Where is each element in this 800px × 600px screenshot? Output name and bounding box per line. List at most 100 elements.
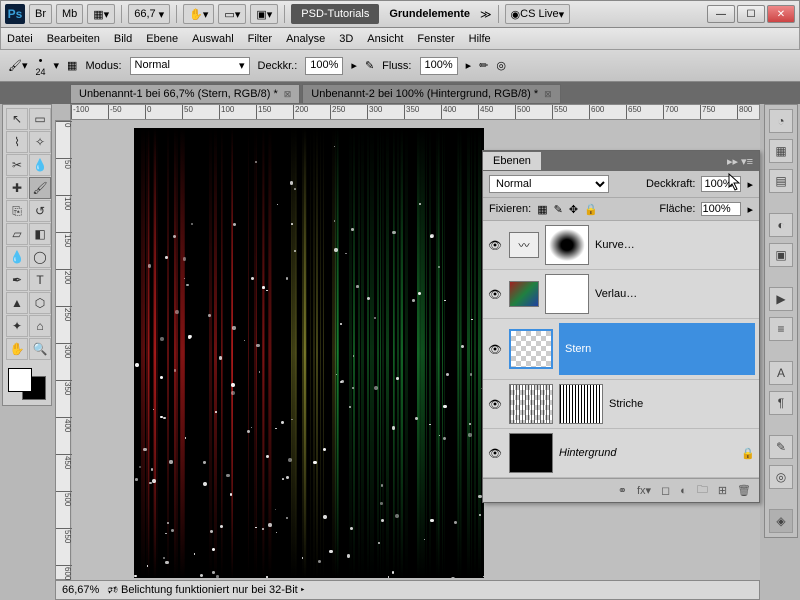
menu-datei[interactable]: Datei xyxy=(7,33,33,45)
color-swatches[interactable] xyxy=(6,366,48,402)
opacity-input[interactable]: 100% xyxy=(305,57,343,75)
brush-tool-icon[interactable]: 🖌▾ xyxy=(8,59,28,72)
menu-filter[interactable]: Filter xyxy=(248,33,272,45)
flow-flyout[interactable]: ▸ xyxy=(466,59,472,72)
menu-auswahl[interactable]: Auswahl xyxy=(192,33,234,45)
layer-name[interactable]: Striche xyxy=(609,398,755,410)
layer-name[interactable]: Hintergrund xyxy=(559,447,735,459)
layer-row[interactable]: 👁 Hintergrund 🔒 xyxy=(483,429,759,478)
layer-fill-input[interactable] xyxy=(701,202,741,216)
flow-input[interactable]: 100% xyxy=(420,57,458,75)
layer-row[interactable]: 👁 Stern xyxy=(483,319,759,380)
layers-dock-icon[interactable]: ◈ xyxy=(769,509,793,533)
char-panel-icon[interactable]: A xyxy=(769,361,793,385)
styles-panel-icon[interactable]: ▤ xyxy=(769,169,793,193)
close-tab-icon[interactable]: ⊠ xyxy=(544,89,552,100)
adjust-panel-icon[interactable]: ◐ xyxy=(769,213,793,237)
panel-menu-icon[interactable]: ▸▸ ▾≡ xyxy=(721,155,759,168)
menu-analyse[interactable]: Analyse xyxy=(286,33,325,45)
swatches-panel-icon[interactable]: ▦ xyxy=(769,139,793,163)
zoom-level-button[interactable]: 66,7 ▾ xyxy=(128,4,170,24)
layer-row[interactable]: 👁 Striche xyxy=(483,380,759,429)
new-group-icon[interactable]: 🗀 xyxy=(697,481,708,500)
shape-tool[interactable]: ⬡ xyxy=(29,292,51,314)
document-tab-1[interactable]: Unbenannt-1 bei 66,7% (Stern, RGB/8) *⊠ xyxy=(70,84,300,104)
para-panel-icon[interactable]: ¶ xyxy=(769,391,793,415)
eyedropper-tool[interactable]: 💧 xyxy=(29,154,51,176)
color-panel-icon[interactable]: ◔ xyxy=(769,109,793,133)
bridge-button[interactable]: Br xyxy=(29,4,52,24)
menu-fenster[interactable]: Fenster xyxy=(417,33,454,45)
foreground-color[interactable] xyxy=(8,368,32,392)
lock-transparency-icon[interactable]: ▦ xyxy=(537,203,547,216)
layer-row[interactable]: 👁 〰 Kurve… xyxy=(483,221,759,270)
layer-thumb[interactable] xyxy=(509,384,553,424)
visibility-icon[interactable]: 👁 xyxy=(487,396,503,412)
new-adjustment-icon[interactable]: ◐ xyxy=(680,485,687,497)
menu-bild[interactable]: Bild xyxy=(114,33,132,45)
history-brush-tool[interactable]: ↺ xyxy=(29,200,51,222)
mask-thumb[interactable] xyxy=(559,384,603,424)
eraser-tool[interactable]: ▱ xyxy=(6,223,28,245)
close-tab-icon[interactable]: ⊠ xyxy=(284,89,292,100)
visibility-icon[interactable]: 👁 xyxy=(487,341,503,357)
brush-tool[interactable]: 🖌 xyxy=(29,177,51,199)
airbrush-icon[interactable]: ✏ xyxy=(479,59,488,72)
info-panel-icon[interactable]: ◎ xyxy=(769,465,793,489)
new-layer-icon[interactable]: ⊞ xyxy=(718,484,727,497)
tablet-size-icon[interactable]: ◎ xyxy=(496,59,506,72)
minibridge-button[interactable]: Mb xyxy=(56,4,83,24)
adjustment-thumb[interactable]: 〰 xyxy=(509,232,539,258)
brush-preset[interactable]: •24 xyxy=(36,55,46,77)
layer-thumb[interactable] xyxy=(509,329,553,369)
fill-slider-icon[interactable]: ▸ xyxy=(747,203,753,216)
layer-row[interactable]: 👁 Verlau… xyxy=(483,270,759,319)
heal-tool[interactable]: ✚ xyxy=(6,177,28,199)
marquee-tool[interactable]: ▭ xyxy=(29,108,51,130)
layer-blend-mode[interactable]: Normal xyxy=(489,175,609,193)
lock-all-icon[interactable]: 🔒 xyxy=(584,203,598,216)
3d-tool[interactable]: ✦ xyxy=(6,315,28,337)
link-layers-icon[interactable]: ⚭ xyxy=(618,484,627,497)
visibility-icon[interactable]: 👁 xyxy=(487,286,503,302)
delete-layer-icon[interactable]: 🗑 xyxy=(737,484,751,497)
menu-ansicht[interactable]: Ansicht xyxy=(367,33,403,45)
screenmode-button[interactable]: ▣▾ xyxy=(250,4,278,24)
tablet-opacity-icon[interactable]: ✎ xyxy=(365,59,374,72)
status-zoom[interactable]: 66,67% xyxy=(62,584,99,596)
layer-opacity-input[interactable] xyxy=(701,176,741,192)
opacity-flyout[interactable]: ▸ xyxy=(351,59,357,72)
ruler-vertical[interactable]: 050100150200250300350400450500550600 xyxy=(55,120,71,580)
masks-panel-icon[interactable]: ▣ xyxy=(769,243,793,267)
workspace-button[interactable]: PSD-Tutorials xyxy=(291,4,379,24)
add-mask-icon[interactable]: ◻ xyxy=(661,484,670,497)
stamp-tool[interactable]: ⎘ xyxy=(6,200,28,222)
3d-cam-tool[interactable]: ⌂ xyxy=(29,315,51,337)
document-tab-2[interactable]: Unbenannt-2 bei 100% (Hintergrund, RGB/8… xyxy=(302,84,560,104)
dodge-tool[interactable]: ◯ xyxy=(29,246,51,268)
blend-mode-select[interactable]: Normal ▾ xyxy=(130,57,250,75)
layer-name[interactable]: Verlau… xyxy=(595,288,755,300)
adjustment-thumb[interactable] xyxy=(509,281,539,307)
hand-tool[interactable]: ✋ xyxy=(6,338,28,360)
actions-panel-icon[interactable]: ▶ xyxy=(769,287,793,311)
view-extras-button[interactable]: ▦▾ xyxy=(87,4,115,24)
menu-3d[interactable]: 3D xyxy=(339,33,353,45)
layer-name[interactable]: Stern xyxy=(559,323,755,375)
minimize-button[interactable]: ― xyxy=(707,5,735,23)
lock-pixels-icon[interactable]: ✎ xyxy=(554,203,563,216)
brush-panel-icon[interactable]: ✎ xyxy=(769,435,793,459)
layer-name[interactable]: Kurve… xyxy=(595,239,755,251)
visibility-icon[interactable]: 👁 xyxy=(487,237,503,253)
opacity-slider-icon[interactable]: ▸ xyxy=(747,178,753,191)
wand-tool[interactable]: ✧ xyxy=(29,131,51,153)
maximize-button[interactable]: ☐ xyxy=(737,5,765,23)
more-workspaces[interactable]: ≫ xyxy=(480,8,492,21)
layer-thumb[interactable] xyxy=(509,433,553,473)
hand-button[interactable]: ✋▾ xyxy=(183,4,214,24)
move-tool[interactable]: ↖ xyxy=(6,108,28,130)
crop-tool[interactable]: ✂ xyxy=(6,154,28,176)
arrange-button[interactable]: ▭▾ xyxy=(218,4,246,24)
brush-panel-icon[interactable]: ▦ xyxy=(67,59,77,72)
history-panel-icon[interactable]: ≡ xyxy=(769,317,793,341)
